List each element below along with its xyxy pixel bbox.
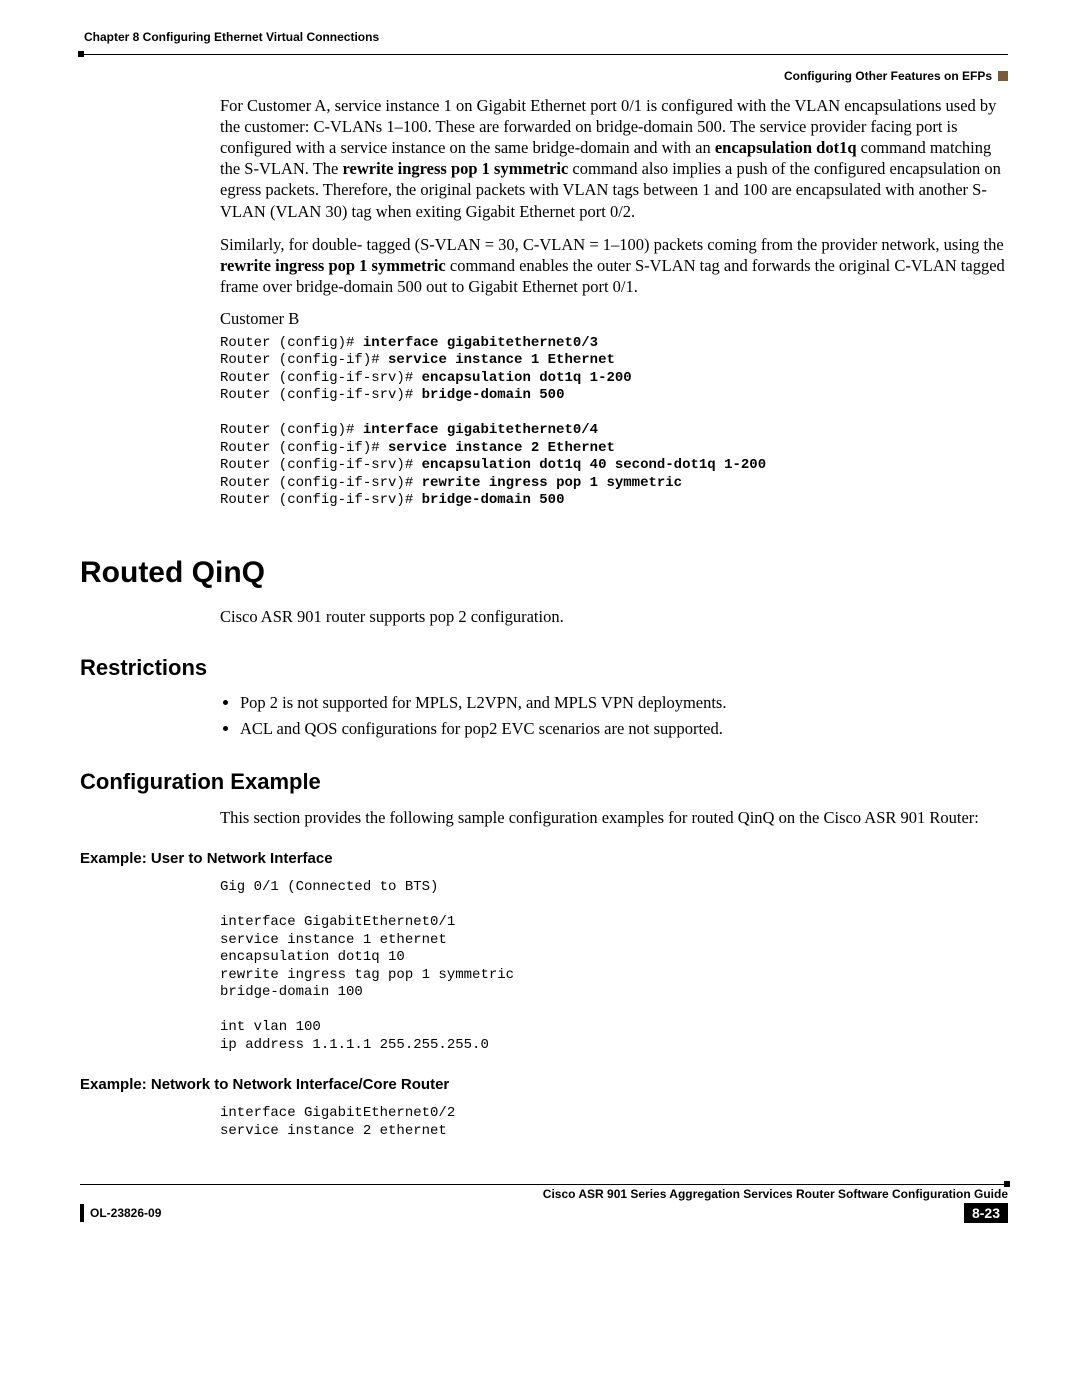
footer-bottom-row: OL-23826-09 8-23 [80,1203,1008,1223]
body-paragraph-1: For Customer A, service instance 1 on Gi… [220,95,1008,222]
header-rule [80,54,1008,55]
heading-example-nni: Example: Network to Network Interface/Co… [80,1076,1008,1093]
routed-qinq-paragraph: Cisco ASR 901 router supports pop 2 conf… [220,606,1008,627]
code-block-nni: interface GigabitEthernet0/2 service ins… [220,1105,1008,1140]
bold-text: rewrite ingress pop 1 symmetric [343,159,569,178]
footer-guide-title: Cisco ASR 901 Series Aggregation Service… [543,1187,1008,1201]
heading-restrictions: Restrictions [80,655,1008,681]
heading-example-uni: Example: User to Network Interface [80,850,1008,867]
footer-guide-title-row: Cisco ASR 901 Series Aggregation Service… [80,1187,1008,1201]
list-item: Pop 2 is not supported for MPLS, L2VPN, … [240,691,1008,715]
footer-bar-icon [80,1204,84,1222]
chapter-title: Chapter 8 Configuring Ethernet Virtual C… [80,30,379,44]
section-title-right: Configuring Other Features on EFPs [784,69,992,83]
heading-routed-qinq: Routed QinQ [80,556,1008,590]
footer-rule [80,1184,1008,1185]
config-example-paragraph: This section provides the following samp… [220,807,1008,828]
bold-text: rewrite ingress pop 1 symmetric [220,256,446,275]
heading-configuration-example: Configuration Example [80,769,1008,795]
footer-doc-id: OL-23826-09 [90,1206,161,1220]
restrictions-list: Pop 2 is not supported for MPLS, L2VPN, … [220,691,1008,741]
page-number-badge: 8-23 [964,1203,1008,1223]
running-header-right: Configuring Other Features on EFPs [80,69,1008,83]
body-paragraph-2: Similarly, for double- tagged (S-VLAN = … [220,234,1008,297]
running-header: Chapter 8 Configuring Ethernet Virtual C… [80,30,1008,44]
bold-text: encapsulation dot1q [715,138,857,157]
list-item: ACL and QOS configurations for pop2 EVC … [240,717,1008,741]
code-block-uni: Gig 0/1 (Connected to BTS) interface Gig… [220,879,1008,1054]
text: Similarly, for double- tagged (S-VLAN = … [220,235,1004,254]
customer-b-label: Customer B [220,309,1008,329]
header-square-icon [998,71,1008,81]
code-block-customer-b: Router (config)# interface gigabitethern… [220,335,1008,510]
